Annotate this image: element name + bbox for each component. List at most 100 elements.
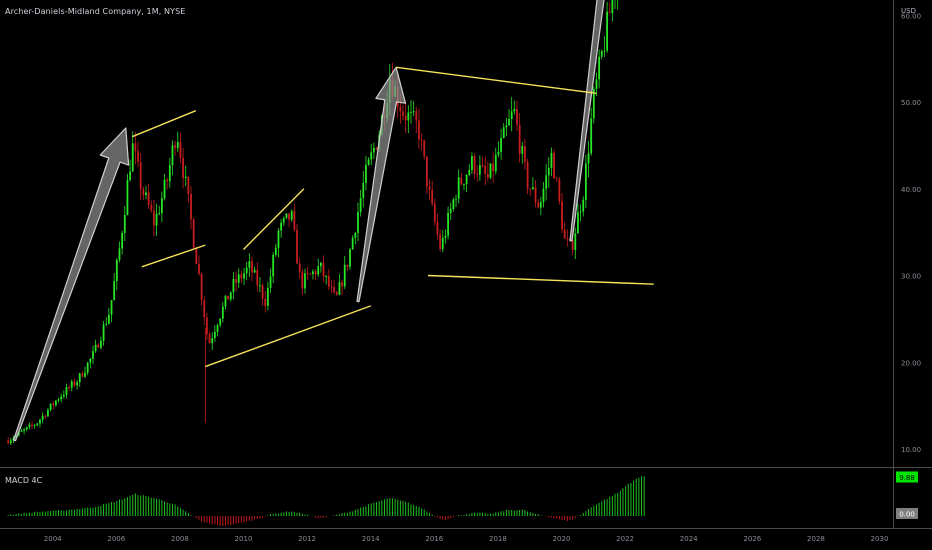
candle-body <box>243 273 245 279</box>
candle-body <box>86 362 89 373</box>
candle-body <box>423 140 426 157</box>
candle-body <box>113 281 116 301</box>
y-axis-ticks: 100.0090.0080.0070.0060.0050.0040.0030.0… <box>901 12 921 454</box>
candle-body <box>25 427 28 430</box>
candle-body <box>312 271 314 274</box>
candle-body <box>349 249 351 267</box>
candle-body <box>550 152 553 168</box>
candle-body <box>412 111 415 113</box>
candle-body <box>304 273 306 289</box>
candle-body <box>158 213 161 215</box>
candle-body <box>579 211 582 213</box>
candle-body <box>285 213 288 218</box>
candle-body <box>510 111 513 119</box>
candle-body <box>606 11 608 51</box>
candle-body <box>481 165 484 167</box>
candle-body <box>232 278 235 293</box>
candle-body <box>425 156 428 187</box>
candle-body <box>203 300 206 318</box>
trend-arrow <box>13 127 130 442</box>
candle-body <box>439 234 442 250</box>
candle-body <box>224 295 227 307</box>
candle-body <box>463 184 465 186</box>
candle-body <box>134 143 137 152</box>
candle-body <box>460 177 463 185</box>
candle-body <box>359 198 362 212</box>
candle-body <box>534 187 537 203</box>
candle-body <box>333 286 336 293</box>
candle-body <box>436 221 439 235</box>
candle-body <box>582 199 585 212</box>
candle-body <box>211 338 214 344</box>
candle-body <box>351 237 354 250</box>
candle-body <box>402 111 404 116</box>
x-tick-label: 2016 <box>425 535 443 543</box>
candle-body <box>288 213 290 220</box>
candle-body <box>301 271 304 289</box>
candle-body <box>354 232 357 238</box>
candle-body <box>526 161 529 189</box>
candle-body <box>94 344 97 352</box>
candle-body <box>179 141 182 158</box>
candle-body <box>447 212 449 236</box>
candle-body <box>598 56 601 80</box>
candle-body <box>489 163 492 178</box>
candle-body <box>457 177 460 199</box>
candle-body <box>306 273 309 275</box>
candle-body <box>611 0 614 14</box>
candle-body <box>584 163 587 200</box>
candle-body <box>571 240 574 251</box>
candle-body <box>187 176 190 195</box>
macd-title: MACD 4C <box>5 476 43 485</box>
x-tick-label: 2024 <box>680 535 698 543</box>
trend-arrow <box>356 66 407 303</box>
candle-body <box>505 125 508 128</box>
candle-body <box>608 11 611 14</box>
candle-body <box>266 287 269 306</box>
candle-body <box>343 264 346 287</box>
x-tick-label: 2004 <box>44 535 62 543</box>
candle-body <box>494 154 497 172</box>
chart-canvas[interactable]: 100.0090.0080.0070.0060.0050.0040.0030.0… <box>0 0 932 550</box>
candle-body <box>473 155 476 174</box>
candle-body <box>100 340 102 348</box>
candle-body <box>502 127 505 139</box>
candle-body <box>561 201 563 230</box>
candle-body <box>471 155 473 171</box>
candle-body <box>574 233 577 251</box>
candle-body <box>346 264 349 267</box>
candle-body <box>44 415 47 417</box>
y-tick-label: 50.00 <box>901 99 921 107</box>
candle-body <box>54 400 57 406</box>
candle-body <box>139 161 142 190</box>
candle-body <box>245 267 248 274</box>
candle-body <box>92 351 94 359</box>
candle-body <box>293 211 296 230</box>
candle-body <box>269 276 272 288</box>
candle-body <box>70 381 73 388</box>
candle-body <box>219 318 222 326</box>
candle-body <box>20 431 23 433</box>
candle-body <box>118 248 121 260</box>
x-tick-label: 2020 <box>553 535 571 543</box>
candle-body <box>235 278 237 283</box>
candle-body <box>142 189 145 196</box>
candle-body <box>444 235 447 238</box>
candle-body <box>529 188 532 190</box>
candle-body <box>9 440 12 444</box>
candle-body <box>81 373 84 377</box>
candle-body <box>78 373 81 383</box>
candle-body <box>399 106 402 112</box>
candle-body <box>23 429 25 432</box>
candle-body <box>531 187 534 190</box>
candle-body <box>558 179 561 202</box>
candle-body <box>39 419 41 424</box>
candle-body <box>555 178 558 180</box>
candle-body <box>319 262 322 267</box>
candle-body <box>33 425 36 427</box>
macd-zero-label: 0.00 <box>899 511 915 519</box>
candle-body <box>97 344 100 348</box>
candle-body <box>513 109 516 112</box>
candle-body <box>166 179 169 182</box>
candle-body <box>566 238 569 240</box>
